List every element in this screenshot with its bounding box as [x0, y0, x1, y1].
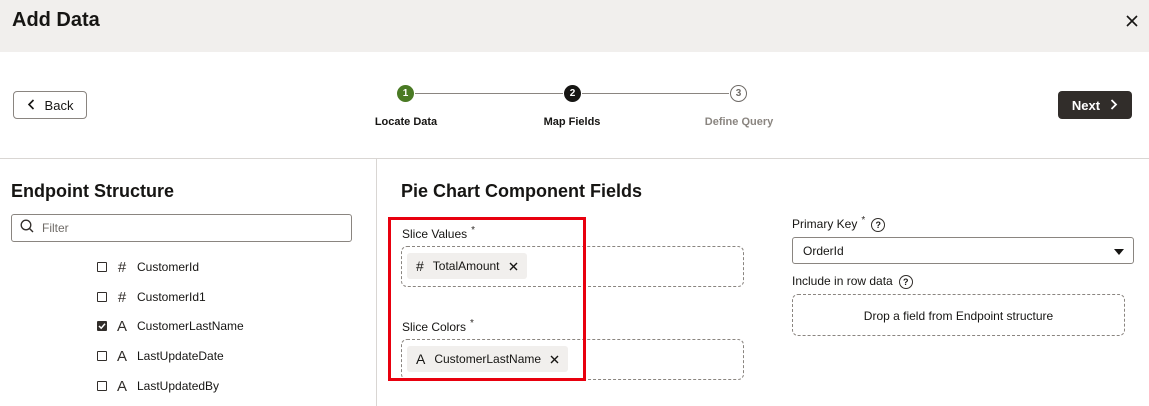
search-icon [20, 219, 34, 238]
checkbox[interactable] [97, 381, 107, 391]
checkbox[interactable] [97, 351, 107, 361]
chip-label: TotalAmount [432, 259, 500, 273]
step-connector [415, 93, 563, 94]
checkbox[interactable] [97, 292, 107, 302]
row-data-label: Include in row data? [792, 274, 913, 289]
tree-item-customerid[interactable]: # CustomerId [97, 257, 199, 277]
step-1-label[interactable]: Locate Data [375, 116, 437, 128]
slice-colors-label: Slice Colors * [402, 318, 474, 334]
panel-divider [376, 159, 377, 406]
endpoint-structure-title: Endpoint Structure [11, 181, 174, 201]
tree-item-customerlastname[interactable]: A CustomerLastName [97, 316, 244, 336]
remove-chip-icon[interactable] [509, 262, 518, 271]
component-fields-title: Pie Chart Component Fields [401, 181, 643, 201]
next-button-label: Next [1071, 97, 1101, 113]
back-button-label: Back [44, 97, 74, 113]
required-mark: * [861, 215, 866, 226]
required-mark: * [471, 225, 476, 236]
remove-chip-icon[interactable] [550, 355, 559, 364]
string-type-icon: A [116, 317, 127, 335]
primary-key-label: Primary Key *? [792, 215, 886, 232]
checkbox[interactable] [97, 262, 107, 272]
number-type-icon: # [117, 288, 127, 306]
slice-colors-drop-zone[interactable]: A CustomerLastName [401, 339, 744, 380]
step-2-label[interactable]: Map Fields [544, 116, 601, 128]
step-3-label[interactable]: Define Query [705, 116, 773, 128]
primary-key-value: OrderId [803, 243, 844, 258]
string-type-icon: A [416, 351, 426, 367]
tree-item-label: CustomerLastName [137, 319, 244, 333]
back-button[interactable]: Back [13, 91, 87, 119]
step-2-indicator[interactable]: 2 [564, 85, 581, 102]
header-divider [0, 158, 1149, 159]
tree-item-lastupdatedate[interactable]: A LastUpdateDate [97, 346, 224, 366]
number-type-icon: # [416, 258, 424, 274]
string-type-icon: A [116, 377, 127, 395]
step-3-indicator[interactable]: 3 [730, 85, 747, 102]
help-icon[interactable]: ? [871, 217, 886, 232]
dialog-header: Add Data [0, 0, 1149, 52]
step-1-indicator[interactable]: 1 [397, 85, 414, 102]
number-type-icon: # [117, 258, 127, 276]
slice-values-label: Slice Values * [402, 225, 476, 241]
primary-key-select[interactable]: OrderId [792, 237, 1134, 264]
drop-zone-hint: Drop a field from Endpoint structure [863, 309, 1054, 323]
chevron-left-icon [27, 98, 35, 113]
filter-field[interactable] [11, 214, 352, 242]
field-chip-customerlastname[interactable]: A CustomerLastName [407, 346, 569, 372]
next-button[interactable]: Next [1058, 91, 1132, 119]
close-icon[interactable] [1121, 10, 1143, 32]
required-mark: * [470, 318, 474, 329]
slice-values-drop-zone[interactable]: # TotalAmount [401, 246, 744, 287]
tree-item-customerid1[interactable]: # CustomerId1 [97, 287, 206, 307]
field-chip-totalamount[interactable]: # TotalAmount [407, 253, 527, 279]
tree-item-label: CustomerId1 [137, 290, 206, 304]
step-connector [582, 93, 729, 94]
row-data-drop-zone[interactable]: Drop a field from Endpoint structure [792, 294, 1125, 336]
checkmark-icon [98, 323, 106, 330]
tree-item-lastupdatedby[interactable]: A LastUpdatedBy [97, 376, 219, 396]
dialog-title: Add Data [12, 9, 100, 31]
tree-item-label: LastUpdateDate [137, 349, 224, 363]
filter-input[interactable] [42, 221, 332, 235]
tree-item-label: CustomerId [137, 260, 200, 274]
caret-down-icon [1114, 244, 1124, 258]
help-icon[interactable]: ? [898, 274, 913, 289]
chevron-right-icon [1110, 98, 1118, 113]
tree-item-label: LastUpdatedBy [137, 379, 220, 393]
chip-label: CustomerLastName [434, 352, 542, 366]
checkbox-checked[interactable] [97, 321, 107, 331]
string-type-icon: A [116, 347, 127, 365]
